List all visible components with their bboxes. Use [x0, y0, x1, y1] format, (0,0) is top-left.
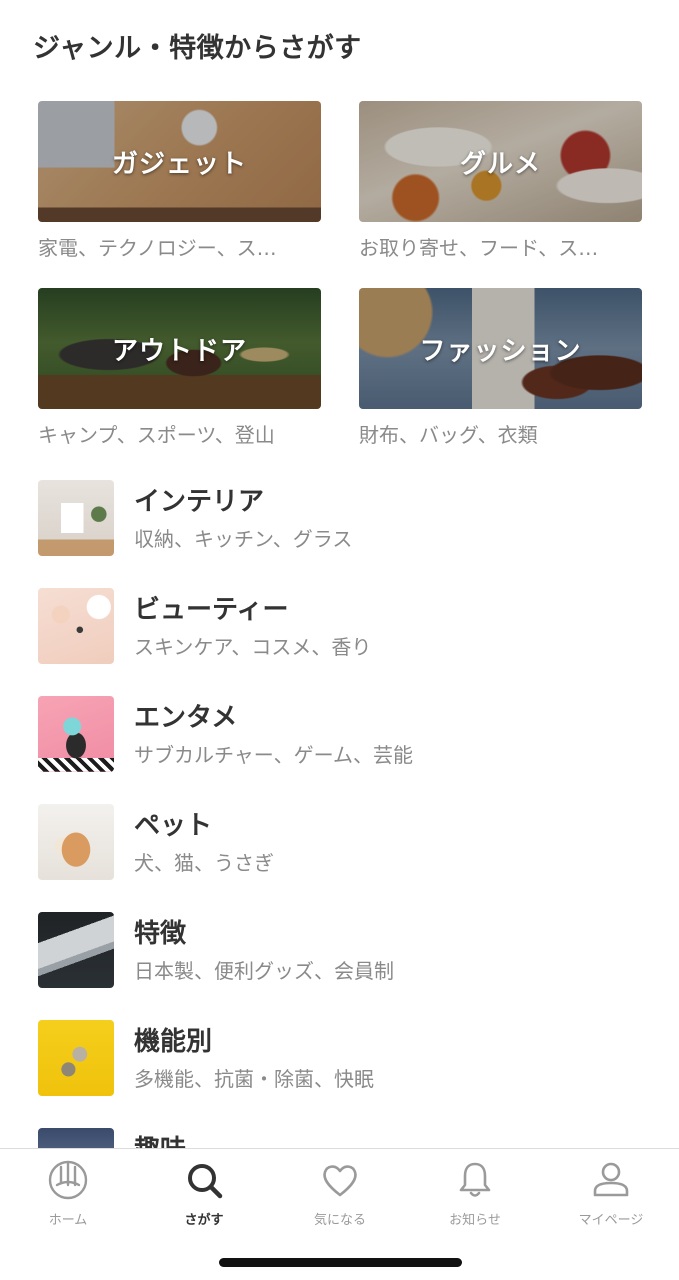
- genre-row-subtitle: 収納、キッチン、グラス: [134, 527, 353, 551]
- genre-card-outdoor[interactable]: アウトドア キャンプ、スポーツ、登山: [38, 288, 321, 448]
- genre-card-gourmet[interactable]: グルメ お取り寄せ、フード、ス…: [359, 101, 642, 261]
- genre-card-image: ガジェット: [38, 101, 321, 222]
- genre-card-label: グルメ: [459, 149, 541, 179]
- page-title: ジャンル・特徴からさがす: [33, 33, 362, 64]
- genre-card-subtitle: 家電、テクノロジー、ス…: [38, 236, 277, 260]
- genre-row-title: ビューティー: [134, 595, 289, 625]
- genre-row-title: 機能別: [134, 1027, 213, 1057]
- genre-row-title: エンタメ: [134, 703, 238, 733]
- genre-card-gadget[interactable]: ガジェット 家電、テクノロジー、ス…: [38, 101, 321, 261]
- home-indicator: [219, 1258, 462, 1267]
- nav-label: お知らせ: [449, 1213, 501, 1228]
- nav-label: 気になる: [313, 1213, 366, 1228]
- genre-row-pet[interactable]: ペット 犬、猫、うさぎ: [38, 804, 658, 882]
- genre-row-function[interactable]: 機能別 多機能、抗菌・除菌、快眠: [38, 1020, 658, 1098]
- genre-card-image: アウトドア: [38, 288, 321, 409]
- nav-label: マイページ: [578, 1213, 644, 1228]
- genre-card-image: ファッション: [359, 288, 642, 409]
- genre-row-entertainment[interactable]: エンタメ サブカルチャー、ゲーム、芸能: [38, 696, 658, 774]
- genre-row-subtitle: 犬、猫、うさぎ: [134, 851, 274, 875]
- genre-row-subtitle: 多機能、抗菌・除菌、快眠: [134, 1067, 374, 1091]
- genre-row-title: 特徴: [134, 919, 187, 949]
- genre-card-fashion[interactable]: ファッション 財布、バッグ、衣類: [359, 288, 642, 448]
- heart-icon: [323, 1165, 357, 1197]
- genre-row-subtitle: 日本製、便利グッズ、会員制: [134, 959, 394, 983]
- genre-card-image: グルメ: [359, 101, 642, 222]
- nav-item-notifications[interactable]: お知らせ: [415, 1159, 535, 1235]
- search-icon: [188, 1164, 223, 1199]
- genre-row-feature[interactable]: 特徴 日本製、便利グッズ、会員制: [38, 912, 658, 990]
- genre-thumbnail: [38, 1020, 114, 1096]
- genre-card-label: ファッション: [419, 336, 582, 366]
- genre-card-label: アウトドア: [111, 336, 247, 366]
- genre-row-interior[interactable]: インテリア 収納、キッチン、グラス: [38, 480, 658, 558]
- genre-card-label: ガジェット: [111, 149, 247, 179]
- genre-thumbnail: [38, 804, 114, 880]
- nav-label: さがす: [184, 1213, 224, 1228]
- genre-card-subtitle: お取り寄せ、フード、ス…: [359, 236, 599, 260]
- genre-card-subtitle: キャンプ、スポーツ、登山: [38, 423, 275, 447]
- genre-thumbnail: [38, 588, 114, 664]
- nav-item-search[interactable]: さがす: [144, 1159, 264, 1235]
- genre-row-subtitle: スキンケア、コスメ、香り: [134, 635, 372, 659]
- home-icon: [48, 1160, 88, 1200]
- genre-row-subtitle: サブカルチャー、ゲーム、芸能: [134, 743, 413, 767]
- genre-thumbnail: [38, 696, 114, 772]
- genre-thumbnail: [38, 480, 114, 556]
- nav-item-favorites[interactable]: 気になる: [280, 1159, 400, 1235]
- nav-item-mypage[interactable]: マイページ: [551, 1159, 671, 1235]
- nav-item-home[interactable]: ホーム: [8, 1159, 128, 1235]
- bell-icon: [459, 1162, 491, 1197]
- genre-card-subtitle: 財布、バッグ、衣類: [359, 423, 538, 447]
- user-icon: [593, 1162, 629, 1197]
- genre-thumbnail: [38, 912, 114, 988]
- genre-row-title: ペット: [134, 811, 213, 841]
- genre-row-title: インテリア: [134, 487, 265, 517]
- nav-label: ホーム: [48, 1213, 88, 1228]
- genre-row-beauty[interactable]: ビューティー スキンケア、コスメ、香り: [38, 588, 658, 666]
